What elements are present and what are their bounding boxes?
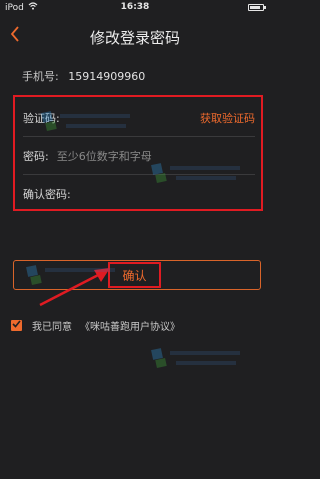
- agreement-link[interactable]: 《咪咕善跑用户协议》: [80, 318, 180, 333]
- agreement-checkbox[interactable]: [11, 320, 22, 331]
- agreement-text: 我已同意: [32, 322, 72, 333]
- check-icon: [12, 320, 21, 331]
- agreement-row: 我已同意 《咪咕善跑用户协议》: [11, 318, 180, 333]
- annotation-arrow: [39, 268, 110, 307]
